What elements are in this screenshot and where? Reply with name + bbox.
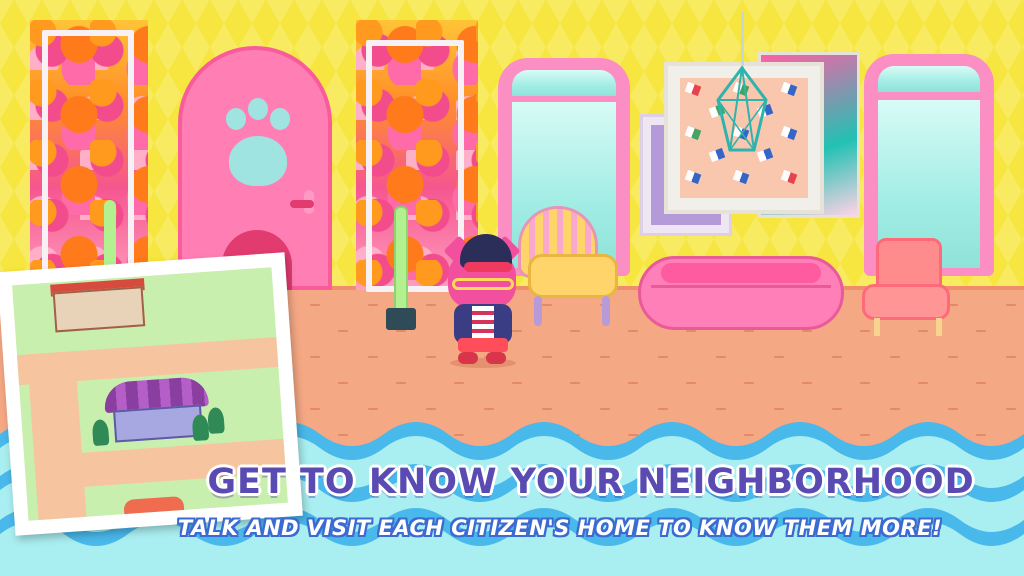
chandelier-cord: [741, 12, 744, 72]
floor-texture-mark: [948, 356, 958, 358]
floor-texture-mark: [860, 382, 870, 384]
game-scene: GET TO KNOW YOUR NEIGHBORHOOD TALK AND V…: [0, 0, 1024, 576]
floor-texture-mark: [426, 356, 436, 358]
patterned-chair-leg: [936, 318, 942, 336]
map-shop: [52, 286, 146, 333]
door-knob: [290, 200, 314, 208]
floor-texture-mark: [542, 304, 552, 306]
floor-lamp-base: [386, 308, 416, 330]
floor-texture-mark: [542, 356, 552, 358]
floor-texture-mark: [454, 382, 464, 384]
inflatable-pool[interactable]: [638, 256, 844, 330]
floor-texture-mark: [368, 356, 378, 358]
floor-texture-mark: [512, 382, 522, 384]
character-glasses: [452, 278, 514, 290]
cat-character[interactable]: [440, 232, 524, 368]
floor-texture-mark: [860, 330, 870, 332]
floor-texture-mark: [976, 330, 986, 332]
character-shirt: [472, 306, 494, 342]
floor-texture-mark: [918, 330, 928, 332]
floor-texture-mark: [802, 330, 812, 332]
paw-toe: [248, 98, 268, 120]
pool-ring-line: [651, 285, 831, 288]
floor-lamp-left: [104, 200, 116, 270]
floor-texture-mark: [338, 382, 348, 384]
window-pane-top: [512, 70, 616, 96]
paw-toe: [226, 108, 246, 130]
character-shorts: [458, 338, 508, 352]
floor-texture-mark: [396, 330, 406, 332]
character-shoe: [458, 352, 478, 364]
floor-texture-mark: [628, 330, 638, 332]
floor-texture-mark: [628, 382, 638, 384]
floor-texture-mark: [686, 330, 696, 332]
floor-texture-mark: [918, 382, 928, 384]
panel-frame-left: [42, 30, 134, 282]
paw-toe: [270, 108, 290, 130]
floor-texture-mark: [716, 356, 726, 358]
floor-lamp[interactable]: [394, 206, 408, 314]
floor-texture-mark: [1006, 304, 1016, 306]
armchair-leg: [534, 296, 542, 326]
character-shoe: [486, 352, 506, 364]
paw-icon: [229, 136, 287, 186]
floor-texture-mark: [802, 382, 812, 384]
floor-texture-mark: [890, 356, 900, 358]
floor-texture-mark: [338, 330, 348, 332]
floor-texture-mark: [368, 304, 378, 306]
floor-texture-mark: [600, 356, 610, 358]
banner-subtitle: TALK AND VISIT EACH CITIZEN'S HOME TO KN…: [177, 516, 943, 540]
flag-icon: [684, 169, 702, 185]
floor-texture-mark: [310, 356, 320, 358]
floor-texture-mark: [744, 382, 754, 384]
floor-texture-mark: [686, 382, 696, 384]
floor-texture-mark: [396, 382, 406, 384]
floor-texture-mark: [426, 304, 436, 306]
pool-rim: [661, 263, 821, 283]
patterned-chair-leg: [874, 318, 880, 336]
flag-icon: [780, 125, 798, 141]
floor-texture-mark: [832, 356, 842, 358]
floor-texture-mark: [310, 304, 320, 306]
chandelier-icon[interactable]: [714, 66, 770, 156]
floor-texture-mark: [774, 356, 784, 358]
flag-icon: [684, 125, 702, 141]
floor-texture-mark: [976, 382, 986, 384]
character-cap-bill: [464, 262, 512, 272]
flag-icon: [732, 169, 750, 185]
map-tree: [207, 406, 225, 434]
floor-texture-mark: [570, 382, 580, 384]
map-house-wall: [113, 404, 204, 443]
window-pane-top: [878, 66, 980, 92]
flag-icon: [780, 81, 798, 97]
banner-title: GET TO KNOW YOUR NEIGHBORHOOD: [207, 462, 975, 502]
armchair-leg: [602, 296, 610, 326]
floor-texture-mark: [570, 330, 580, 332]
floor-texture-mark: [1006, 356, 1016, 358]
floor-texture-mark: [744, 330, 754, 332]
flag-icon: [780, 169, 798, 185]
flag-icon: [684, 81, 702, 97]
patterned-chair-seat[interactable]: [862, 284, 950, 320]
armchair-seat[interactable]: [528, 254, 618, 298]
floor-texture-mark: [658, 356, 668, 358]
